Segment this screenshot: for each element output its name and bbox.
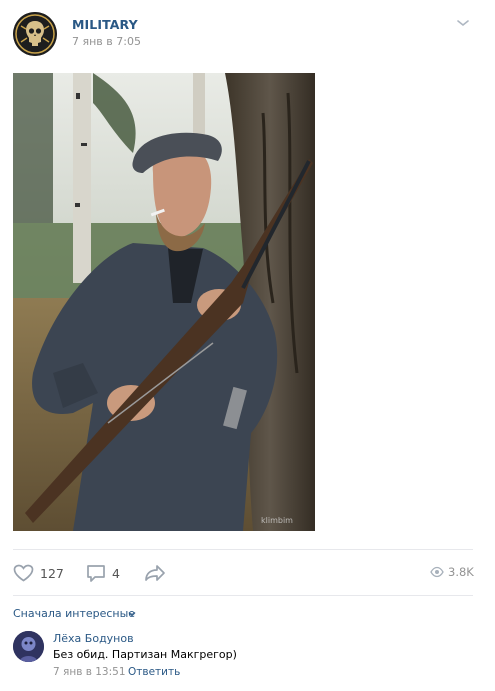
views-count: 3.8K: [448, 565, 474, 579]
eye-icon: [430, 566, 444, 578]
community-avatar-icon: [13, 12, 57, 56]
post-photo[interactable]: klimbim: [13, 73, 315, 531]
comment-count: 4: [112, 565, 120, 581]
like-count: 127: [40, 565, 64, 581]
chevron-down-icon[interactable]: [456, 18, 470, 28]
post-photo-image: klimbim: [13, 73, 315, 531]
comment-timestamp[interactable]: 7 янв в 13:51: [53, 666, 126, 678]
post-timestamp[interactable]: 7 янв в 7:05: [72, 35, 141, 48]
community-avatar[interactable]: [13, 12, 57, 56]
user-avatar-icon: [13, 631, 44, 662]
avatar[interactable]: [13, 631, 44, 662]
share-button[interactable]: [144, 562, 166, 584]
community-name[interactable]: MILITARY: [72, 17, 138, 32]
comment-author[interactable]: Лёха Бодунов: [53, 632, 134, 645]
comment-icon: [87, 564, 105, 582]
comment-button[interactable]: 4: [86, 562, 120, 584]
photo-watermark: klimbim: [261, 516, 293, 525]
reply-button[interactable]: Ответить: [128, 666, 180, 678]
comment-text: Без обид. Партизан Макгрегор): [53, 648, 237, 661]
heart-icon: [13, 564, 34, 582]
divider: [13, 595, 473, 596]
like-button[interactable]: 127: [13, 562, 64, 584]
comment-sort-dropdown[interactable]: Сначала интересные: [13, 607, 135, 620]
chevron-down-icon[interactable]: [128, 611, 136, 617]
share-icon: [145, 565, 165, 581]
divider: [13, 549, 473, 550]
